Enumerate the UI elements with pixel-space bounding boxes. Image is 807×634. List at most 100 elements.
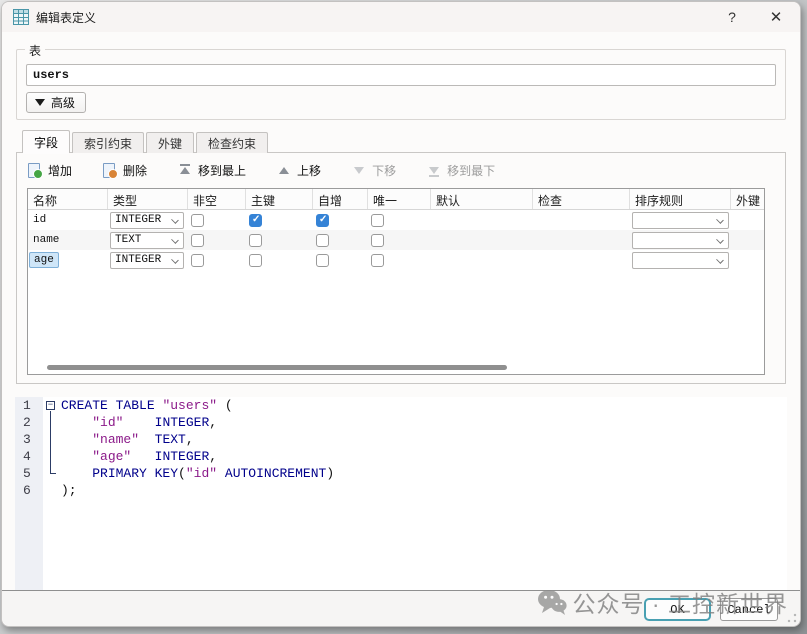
line-number: 4 <box>15 448 43 465</box>
collation-select[interactable] <box>632 252 729 269</box>
sql-line-2: 2 "id" INTEGER, <box>15 414 787 431</box>
line-number: 1 <box>15 397 43 414</box>
sql-code: PRIMARY KEY("id" AUTOINCREMENT) <box>61 465 334 482</box>
type-cell: INTEGER <box>108 210 188 230</box>
table-group-box: 表 高级 <box>16 49 786 120</box>
line-number: 6 <box>15 482 43 499</box>
tab-fields[interactable]: 字段 <box>22 130 70 153</box>
sql-text: ) <box>326 466 334 481</box>
arrow-bottom-icon <box>426 163 441 178</box>
horizontal-scrollbar[interactable] <box>29 365 763 371</box>
sql-text <box>217 466 225 481</box>
move-up-label: 上移 <box>297 162 321 179</box>
move-down-button: 下移 <box>351 162 396 179</box>
arrow-up-shape <box>180 167 190 174</box>
tab-index-constraints[interactable]: 索引约束 <box>72 132 144 153</box>
sql-text: , <box>186 432 194 447</box>
sql-code: "age" INTEGER, <box>61 448 217 465</box>
close-button[interactable]: ✕ <box>756 2 796 32</box>
advanced-label: 高级 <box>51 94 75 111</box>
type-value: INTEGER <box>111 254 161 266</box>
auto-increment-checkbox[interactable] <box>316 254 329 267</box>
name-cell: name <box>28 230 108 250</box>
unique-cell <box>368 250 431 270</box>
type-value: TEXT <box>111 234 141 246</box>
not_null-cell <box>188 250 246 270</box>
collation-select[interactable] <box>632 232 729 249</box>
sql-keyword: INTEGER <box>155 415 210 430</box>
sql-keyword: INTEGER <box>155 449 210 464</box>
move-up-button[interactable]: 上移 <box>276 162 321 179</box>
scrollbar-thumb[interactable] <box>47 365 507 370</box>
collation-select[interactable] <box>632 212 729 229</box>
type-select[interactable]: INTEGER <box>110 212 184 229</box>
unique-cell <box>368 210 431 230</box>
primary-key-checkbox[interactable] <box>249 214 262 227</box>
sql-code: "name" TEXT, <box>61 431 194 448</box>
ok-button[interactable]: OK <box>644 598 711 621</box>
primary_key-cell <box>246 230 313 250</box>
dialog-title: 编辑表定义 <box>36 9 96 26</box>
add-label: 增加 <box>48 162 72 179</box>
sql-editor[interactable]: 1−CREATE TABLE "users" (2 "id" INTEGER,3… <box>15 397 787 593</box>
auto-increment-checkbox[interactable] <box>316 214 329 227</box>
tab-check-constraints[interactable]: 检查约束 <box>196 132 268 153</box>
column-header-default[interactable]: 默认 <box>431 189 533 209</box>
not_null-cell <box>188 230 246 250</box>
table-name-input[interactable] <box>26 64 776 86</box>
title-bar: 编辑表定义 ? ✕ <box>2 2 800 32</box>
auto-increment-checkbox[interactable] <box>316 234 329 247</box>
column-header-unique[interactable]: 唯一 <box>368 189 431 209</box>
unique-checkbox[interactable] <box>371 254 384 267</box>
sql-text <box>123 415 154 430</box>
primary-key-checkbox[interactable] <box>249 234 262 247</box>
tab-foreign-keys[interactable]: 外键 <box>146 132 194 153</box>
field-name-text[interactable]: name <box>28 234 59 246</box>
fold-toggle-icon[interactable]: − <box>46 401 55 410</box>
not-null-checkbox[interactable] <box>191 254 204 267</box>
unique-checkbox[interactable] <box>371 214 384 227</box>
not-null-checkbox[interactable] <box>191 234 204 247</box>
field-name-editor[interactable]: age <box>29 252 59 268</box>
table-row-age: age INTEGER <box>28 250 764 270</box>
column-header-check[interactable]: 检查 <box>533 189 630 209</box>
column-header-auto_increment[interactable]: 自增 <box>313 189 368 209</box>
sql-text: ( <box>178 466 186 481</box>
sql-keyword: CREATE TABLE <box>61 398 155 413</box>
primary_key-cell <box>246 250 313 270</box>
chevron-down-icon <box>171 256 179 264</box>
edit-table-definition-dialog: 编辑表定义 ? ✕ 表 高级 字段索引约束外键检查约束 增加删除移到最上上移下移… <box>1 1 801 627</box>
column-header-foreign_key[interactable]: 外键 <box>731 189 765 209</box>
sql-string: "name" <box>92 432 139 447</box>
move-to-bottom-label: 移到最下 <box>447 162 495 179</box>
cancel-button[interactable]: Cancel <box>720 598 778 621</box>
unique-checkbox[interactable] <box>371 234 384 247</box>
not-null-checkbox[interactable] <box>191 214 204 227</box>
primary-key-checkbox[interactable] <box>249 254 262 267</box>
remove-button[interactable]: 删除 <box>102 162 147 179</box>
unique-cell <box>368 230 431 250</box>
help-button[interactable]: ? <box>712 2 752 32</box>
field-name-text[interactable]: id <box>28 214 46 226</box>
column-header-type[interactable]: 类型 <box>108 189 188 209</box>
column-header-not_null[interactable]: 非空 <box>188 189 246 209</box>
column-header-name[interactable]: 名称 <box>28 189 108 209</box>
column-header-primary_key[interactable]: 主键 <box>246 189 313 209</box>
arrow-down-shape <box>354 167 364 174</box>
table-row-id: id INTEGER <box>28 210 764 230</box>
type-select[interactable]: INTEGER <box>110 252 184 269</box>
sql-line-3: 3 "name" TEXT, <box>15 431 787 448</box>
resize-grip[interactable] <box>787 613 797 623</box>
chevron-down-icon <box>716 216 724 224</box>
fold-marker <box>43 414 61 431</box>
sql-text <box>61 466 92 481</box>
column-header-collation[interactable]: 排序规则 <box>630 189 731 209</box>
advanced-toggle-button[interactable]: 高级 <box>26 92 86 113</box>
grid-header-row: 名称类型非空主键自增唯一默认检查排序规则外键 <box>28 189 764 210</box>
foreign_key-cell <box>731 210 765 230</box>
move-to-top-button[interactable]: 移到最上 <box>177 162 246 179</box>
add-button[interactable]: 增加 <box>27 162 72 179</box>
grid-body: id INTEGER name TEXT age INTEGER <box>28 210 764 270</box>
type-cell: TEXT <box>108 230 188 250</box>
type-select[interactable]: TEXT <box>110 232 184 249</box>
